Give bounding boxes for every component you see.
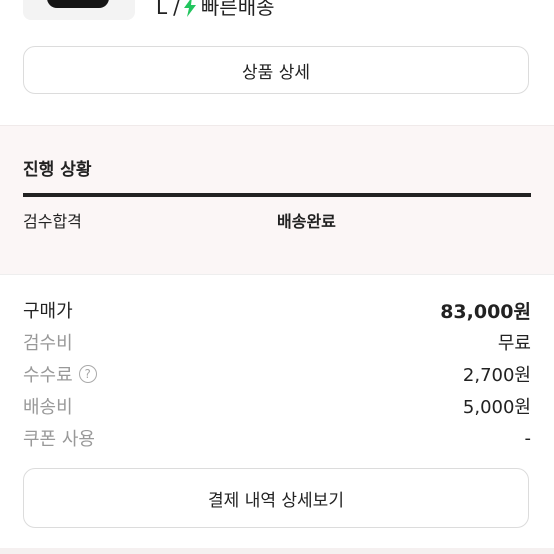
price-value: -	[524, 427, 532, 449]
lightning-icon	[183, 0, 196, 17]
help-icon[interactable]: ?	[78, 365, 97, 383]
price-label: 구매가	[23, 301, 73, 322]
product-summary: L / 빠른배송 상품 상세	[0, 0, 554, 125]
price-value: 2,700원	[462, 365, 531, 386]
price-row-commission: 수수료 ? 2,700원	[23, 360, 531, 388]
price-row-inspection-fee: 검수비 무료	[23, 328, 531, 356]
progress-section: 진행 상황 검수합격 배송완료	[0, 125, 554, 275]
price-label: 배송비	[23, 397, 73, 418]
price-label-with-help: 수수료 ?	[23, 361, 97, 387]
price-row-purchase: 구매가 83,000원	[23, 296, 531, 324]
price-value: 무료	[497, 333, 531, 354]
price-label: 수수료	[23, 365, 73, 386]
price-label: 검수비	[23, 333, 73, 354]
price-row-coupon: 쿠폰 사용 -	[23, 424, 531, 452]
product-thumbnail[interactable]	[23, 0, 135, 20]
section-divider	[0, 548, 554, 554]
payment-detail-button[interactable]: 결제 내역 상세보기	[23, 468, 529, 528]
price-row-shipping-fee: 배송비 5,000원	[23, 392, 531, 420]
price-label: 쿠폰 사용	[23, 429, 95, 450]
progress-step-inspection-passed: 검수합격	[23, 212, 82, 231]
product-image	[47, 0, 109, 8]
option-separator: /	[173, 0, 180, 19]
progress-step-delivered: 배송완료	[277, 212, 336, 231]
progress-title: 진행 상황	[23, 160, 92, 180]
progress-bar	[23, 193, 531, 197]
option-size: L	[156, 0, 168, 19]
product-option: L / 빠른배송	[156, 0, 275, 20]
fast-shipping-label: 빠른배송	[200, 0, 275, 19]
product-detail-button[interactable]: 상품 상세	[23, 46, 529, 94]
price-value: 83,000원	[440, 300, 531, 323]
price-value: 5,000원	[462, 397, 531, 418]
